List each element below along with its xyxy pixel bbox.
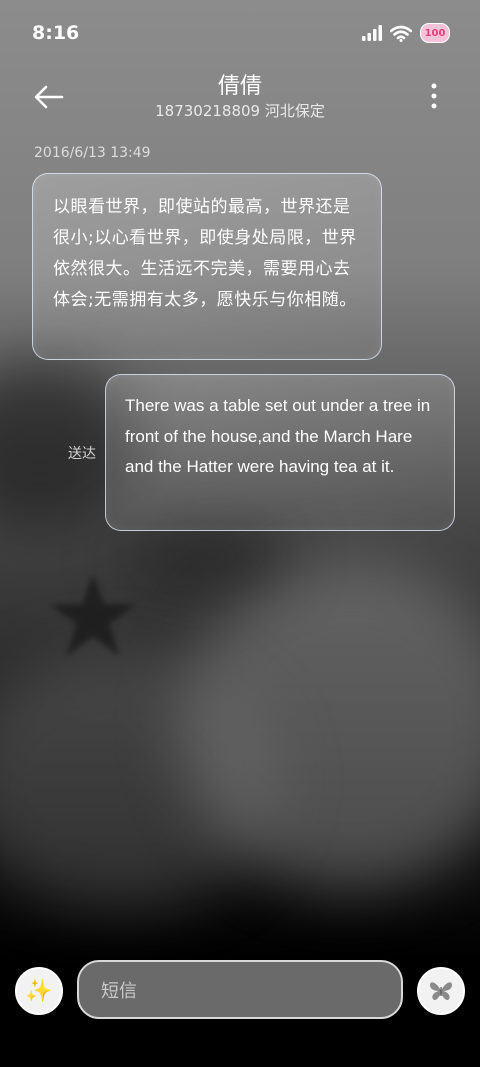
sparkle-button[interactable]: ✨ (15, 967, 63, 1015)
compose-bar: ✨ 短信 (0, 950, 480, 1030)
send-button[interactable] (417, 967, 465, 1015)
wifi-icon (390, 25, 412, 42)
incoming-message-bubble[interactable]: 以眼看世界，即使站的最高，世界还是很小;以心看世界，即使身处局限，世界依然很大。… (32, 173, 382, 360)
more-vertical-icon (431, 83, 437, 109)
signal-icon (362, 25, 382, 41)
sparkle-icon: ✨ (25, 978, 53, 1004)
contact-subtitle: 18730218809 河北保定 (155, 102, 325, 120)
battery-icon: 100 (420, 23, 450, 43)
message-input-placeholder: 短信 (101, 980, 137, 1002)
wallpaper-star-shape (49, 573, 137, 657)
message-text: There was a table set out under a tree i… (125, 396, 431, 476)
delivery-status: 送达 (68, 446, 96, 462)
message-timestamp: 2016/6/13 13:49 (34, 145, 151, 161)
outgoing-message-bubble[interactable]: There was a table set out under a tree i… (105, 374, 455, 531)
message-input[interactable]: 短信 (77, 960, 403, 1019)
status-time: 8:16 (32, 22, 80, 44)
messaging-screen: 8:16 100 倩倩 18730218809 河北保定 2016/6/13 1… (0, 0, 480, 1067)
butterfly-send-icon (430, 982, 452, 1001)
status-icons: 100 (362, 23, 450, 43)
conversation-header: 倩倩 18730218809 河北保定 (0, 66, 480, 136)
contact-name: 倩倩 (217, 74, 262, 99)
more-options-button[interactable] (424, 78, 444, 114)
status-bar: 8:16 100 (0, 0, 480, 66)
message-text: 以眼看世界，即使站的最高，世界还是很小;以心看世界，即使身处局限，世界依然很大。… (53, 197, 357, 310)
